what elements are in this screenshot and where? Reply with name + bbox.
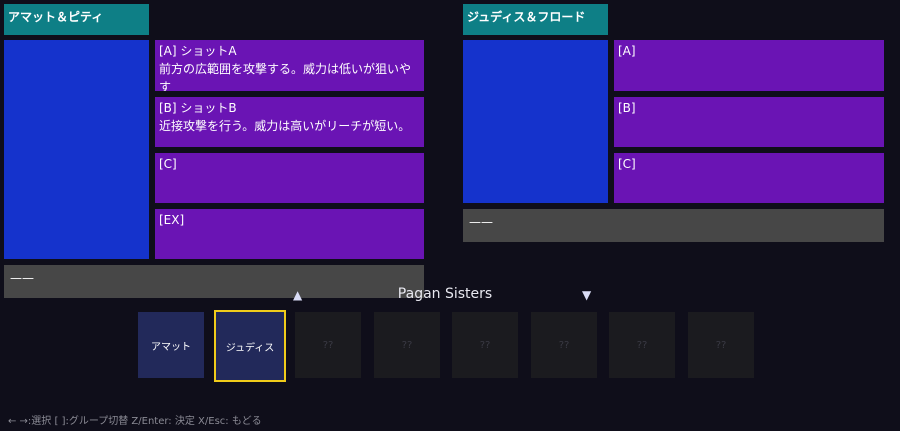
group-next-arrow-icon[interactable]: ▼ — [582, 289, 591, 301]
left-skill-c: [C] — [155, 153, 424, 203]
skill-name: [B] — [618, 101, 636, 115]
controls-help-text: ← →:選択 [ ]:グループ切替 Z/Enter: 決定 X/Esc: もどる — [8, 416, 262, 427]
skill-name: [C] — [159, 157, 177, 171]
skill-description: 前方の広範囲を攻撃する。威力は低いが狙いやす — [159, 62, 412, 91]
character-slot-locked[interactable]: ?? — [295, 312, 361, 378]
character-slot-locked[interactable]: ?? — [609, 312, 675, 378]
right-character-title: ジュディス＆フロード — [463, 4, 608, 35]
left-skill-ex: [EX] — [155, 209, 424, 259]
left-skill-b: [B] ショットB 近接攻撃を行う。威力は高いがリーチが短い。 — [155, 97, 424, 147]
skill-name: [A] ショットA — [159, 44, 237, 58]
skill-name: [B] ショットB — [159, 101, 237, 115]
character-slot-judith[interactable]: ジュディス — [214, 310, 286, 382]
left-character-title: アマット＆ピティ — [4, 4, 149, 35]
character-slot-locked[interactable]: ?? — [452, 312, 518, 378]
right-info-bar: —— — [463, 209, 884, 242]
character-slot-locked[interactable]: ?? — [374, 312, 440, 378]
left-character-portrait — [4, 40, 149, 259]
right-skill-c: [C] — [614, 153, 884, 203]
group-prev-arrow-icon[interactable]: ▲ — [293, 289, 302, 301]
skill-name: [EX] — [159, 213, 185, 227]
left-skill-a: [A] ショットA 前方の広範囲を攻撃する。威力は低いが狙いやす — [155, 40, 424, 91]
group-name: Pagan Sisters — [397, 286, 493, 302]
character-slot-amatto[interactable]: アマット — [138, 312, 204, 378]
right-character-portrait — [463, 40, 608, 203]
right-skill-b: [B] — [614, 97, 884, 147]
right-skill-a: [A] — [614, 40, 884, 91]
character-slot-locked[interactable]: ?? — [688, 312, 754, 378]
character-slot-locked[interactable]: ?? — [531, 312, 597, 378]
skill-name: [A] — [618, 44, 636, 58]
skill-description: 近接攻撃を行う。威力は高いがリーチが短い。 — [159, 119, 411, 133]
skill-name: [C] — [618, 157, 636, 171]
